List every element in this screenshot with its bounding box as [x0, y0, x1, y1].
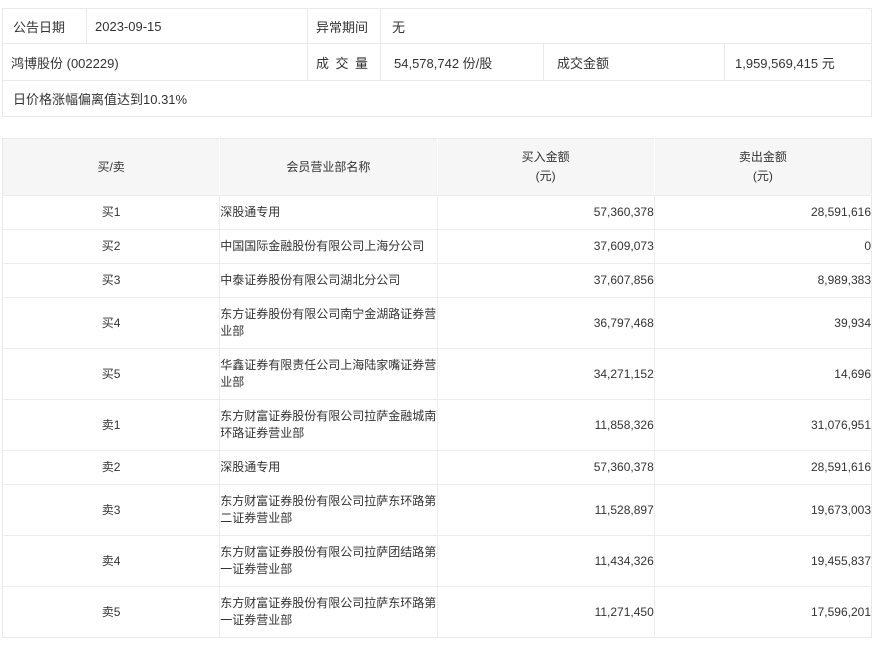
column-header-broker: 会员营业部名称 — [219, 138, 438, 196]
table-row: 买5 华鑫证券有限责任公司上海陆家嘴证券营业部 34,271,152 14,696 — [1, 348, 873, 400]
sell-amount-cell: 8,989,383 — [653, 263, 873, 298]
table-row: 买2 中国国际金融股份有限公司上海分公司 37,609,073 0 — [1, 229, 873, 264]
volume-label: 成交量 — [308, 44, 381, 80]
table-row: 卖5 东方财富证券股份有限公司拉萨东环路第一证券营业部 11,271,450 17,5… — [1, 586, 873, 638]
broker-name-cell: 东方证券股份有限公司南宁金湖路证券营业部 — [219, 297, 438, 349]
sell-amount-cell: 39,934 — [653, 297, 873, 349]
table-row: 卖3 东方财富证券股份有限公司拉萨东环路第二证券营业部 11,528,897 19,6… — [1, 484, 873, 536]
side-cell: 卖3 — [1, 484, 221, 536]
sell-amount-cell: 0 — [653, 229, 873, 264]
info-row-stock: 鸿博股份 (002229) 成交量 54,578,742 份/股 成交金额 1,… — [3, 43, 871, 80]
side-cell: 买2 — [1, 229, 221, 264]
header-row: 买/卖 会员营业部名称 买入金额 (元) 卖出金额 (元) — [1, 138, 873, 196]
volume-value: 54,578,742 份/股 — [381, 44, 544, 80]
sell-amount-cell: 31,076,951 — [653, 399, 873, 451]
sell-amount-cell: 19,673,003 — [653, 484, 873, 536]
side-cell: 买4 — [1, 297, 221, 349]
sell-amount-cell: 14,696 — [653, 348, 873, 400]
stock-info-box: 公告日期 2023-09-15 异常期间 无 鸿博股份 (002229) 成交量… — [2, 8, 872, 117]
abnormal-period-label: 异常期间 — [308, 9, 381, 43]
buy-amount-cell: 11,271,450 — [436, 586, 655, 638]
side-cell: 买3 — [1, 263, 221, 298]
info-row-reason: 日价格涨幅偏离值达到10.31% — [3, 80, 871, 116]
buy-amount-cell: 57,360,378 — [436, 450, 655, 485]
info-row-dates: 公告日期 2023-09-15 异常期间 无 — [3, 9, 871, 43]
buy-amount-cell: 37,607,856 — [436, 263, 655, 298]
column-header-buy-amount: 买入金额 (元) — [437, 138, 655, 196]
broker-name-cell: 华鑫证券有限责任公司上海陆家嘴证券营业部 — [219, 348, 438, 400]
broker-name-cell: 东方财富证券股份有限公司拉萨金融城南环路证券营业部 — [219, 399, 438, 451]
buy-amount-cell: 34,271,152 — [436, 348, 655, 400]
sell-amount-cell: 17,596,201 — [653, 586, 873, 638]
table-row: 卖2 深股通专用 57,360,378 28,591,616 — [1, 450, 873, 485]
stock-name-code: 鸿博股份 (002229) — [3, 44, 308, 80]
side-cell: 买1 — [1, 195, 221, 230]
announce-date-label: 公告日期 — [3, 9, 87, 43]
table-row: 卖4 东方财富证券股份有限公司拉萨团结路第一证券营业部 11,434,326 19,4… — [1, 535, 873, 587]
side-cell: 卖2 — [1, 450, 221, 485]
broker-name-cell: 东方财富证券股份有限公司拉萨东环路第二证券营业部 — [219, 484, 438, 536]
lhb-table: 买/卖 会员营业部名称 买入金额 (元) 卖出金额 (元) 买1 深股通专用 57,36… — [1, 138, 873, 638]
buy-amount-cell: 11,528,897 — [436, 484, 655, 536]
lhb-table-header: 买/卖 会员营业部名称 买入金额 (元) 卖出金额 (元) — [1, 138, 873, 196]
broker-name-cell: 东方财富证券股份有限公司拉萨团结路第一证券营业部 — [219, 535, 438, 587]
side-cell: 卖5 — [1, 586, 221, 638]
announce-date-value: 2023-09-15 — [87, 9, 308, 43]
broker-name-cell: 东方财富证券股份有限公司拉萨东环路第一证券营业部 — [219, 586, 438, 638]
table-row: 买1 深股通专用 57,360,378 28,591,616 — [1, 195, 873, 230]
side-cell: 买5 — [1, 348, 221, 400]
side-cell: 卖4 — [1, 535, 221, 587]
buy-amount-cell: 36,797,468 — [436, 297, 655, 349]
lhb-page: 公告日期 2023-09-15 异常期间 无 鸿博股份 (002229) 成交量… — [0, 0, 879, 638]
broker-name-cell: 深股通专用 — [219, 195, 438, 230]
buy-amount-cell: 37,609,073 — [436, 229, 655, 264]
list-reason-text: 日价格涨幅偏离值达到10.31% — [13, 92, 188, 107]
sell-amount-cell: 28,591,616 — [653, 450, 873, 485]
buy-amount-cell: 11,858,326 — [436, 399, 655, 451]
turnover-value: 1,959,569,415 元 — [735, 55, 835, 71]
column-header-side: 买/卖 — [1, 138, 221, 196]
table-row: 买3 中泰证券股份有限公司湖北分公司 37,607,856 8,989,383 — [1, 263, 873, 298]
sell-amount-cell: 19,455,837 — [653, 535, 873, 587]
column-header-sell-amount: 卖出金额 (元) — [654, 138, 873, 196]
lhb-table-body: 买1 深股通专用 57,360,378 28,591,616 买2 中国国际金融股份有限公… — [1, 195, 873, 638]
broker-name-cell: 深股通专用 — [219, 450, 438, 485]
abnormal-period-value: 无 — [392, 19, 406, 35]
buy-amount-cell: 57,360,378 — [436, 195, 655, 230]
broker-name-cell: 中泰证券股份有限公司湖北分公司 — [219, 263, 438, 298]
table-row: 卖1 东方财富证券股份有限公司拉萨金融城南环路证券营业部 11,858,326 31,… — [1, 399, 873, 451]
broker-name-cell: 中国国际金融股份有限公司上海分公司 — [219, 229, 438, 264]
turnover-label: 成交金额 — [544, 44, 725, 80]
buy-amount-cell: 11,434,326 — [436, 535, 655, 587]
sell-amount-cell: 28,591,616 — [653, 195, 873, 230]
table-row: 买4 东方证券股份有限公司南宁金湖路证券营业部 36,797,468 39,934 — [1, 297, 873, 349]
side-cell: 卖1 — [1, 399, 221, 451]
